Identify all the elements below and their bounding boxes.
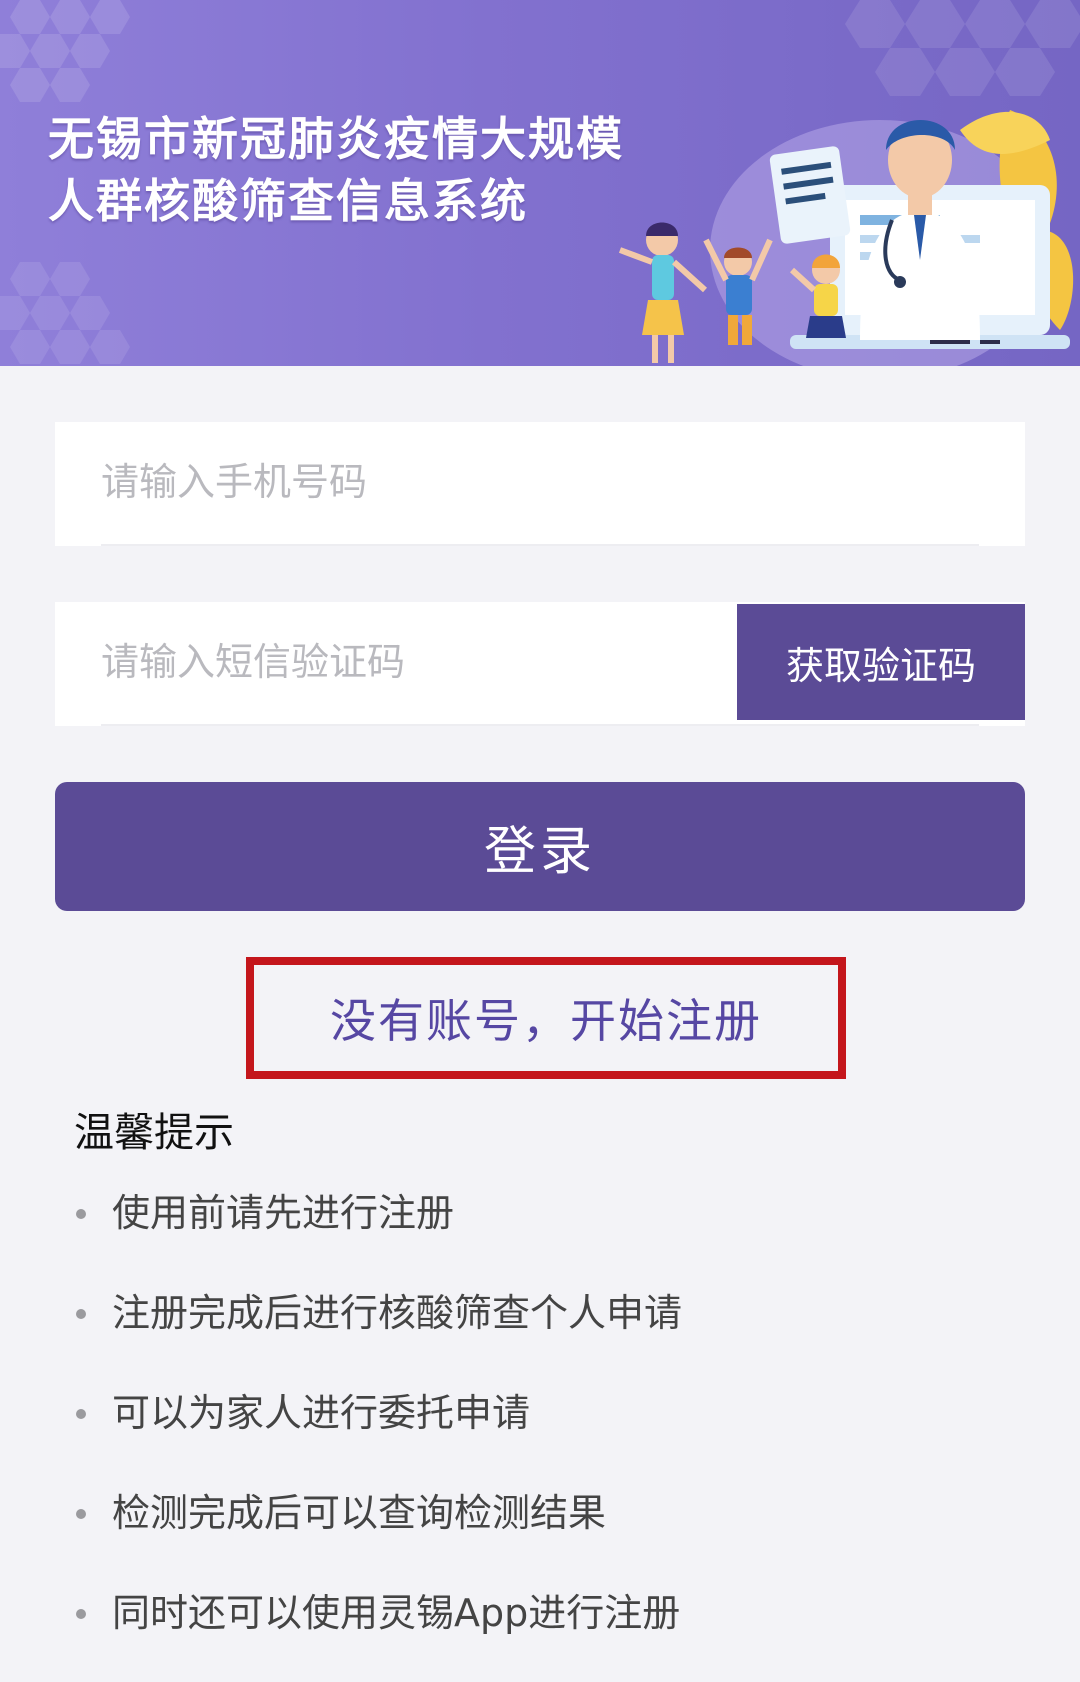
bullet-icon (76, 1409, 86, 1419)
bullet-icon (76, 1609, 86, 1619)
app-title-line-2: 人群核酸筛查信息系统 (48, 174, 528, 228)
phone-input[interactable] (101, 422, 971, 542)
sms-code-field: 获取验证码 (55, 602, 1025, 726)
tip-text: 使用前请先进行注册 (112, 1191, 455, 1235)
register-link[interactable]: 没有账号，开始注册 (246, 957, 846, 1079)
app-title-line-1: 无锡市新冠肺炎疫情大规模 (48, 112, 624, 166)
tip-text: 可以为家人进行委托申请 (112, 1391, 531, 1435)
header-banner: 无锡市新冠肺炎疫情大规模 人群核酸筛查信息系统 (0, 0, 1080, 366)
get-code-button[interactable]: 获取验证码 (737, 604, 1025, 720)
tip-item: 可以为家人进行委托申请 (74, 1382, 682, 1482)
tip-item: 使用前请先进行注册 (74, 1182, 682, 1282)
phone-field-divider (101, 544, 979, 546)
tip-item: 注册完成后进行核酸筛查个人申请 (74, 1282, 682, 1382)
login-button[interactable]: 登录 (55, 782, 1025, 911)
sms-code-input[interactable] (101, 602, 721, 722)
sms-code-field-divider (101, 724, 979, 726)
tips-title: 温馨提示 (74, 1110, 234, 1156)
tip-item: 同时还可以使用灵锡App进行注册 (74, 1582, 682, 1682)
bullet-icon (76, 1309, 86, 1319)
bullet-icon (76, 1509, 86, 1519)
tip-text: 检测完成后可以查询检测结果 (112, 1491, 607, 1535)
tips-list: 使用前请先进行注册 注册完成后进行核酸筛查个人申请 可以为家人进行委托申请 检测… (74, 1182, 682, 1682)
app-title: 无锡市新冠肺炎疫情大规模 人群核酸筛查信息系统 (48, 108, 624, 232)
tip-item: 检测完成后可以查询检测结果 (74, 1482, 682, 1582)
tip-text: 同时还可以使用灵锡App进行注册 (112, 1591, 681, 1635)
bullet-icon (76, 1209, 86, 1219)
phone-field (55, 422, 1025, 546)
tip-text: 注册完成后进行核酸筛查个人申请 (112, 1291, 683, 1335)
